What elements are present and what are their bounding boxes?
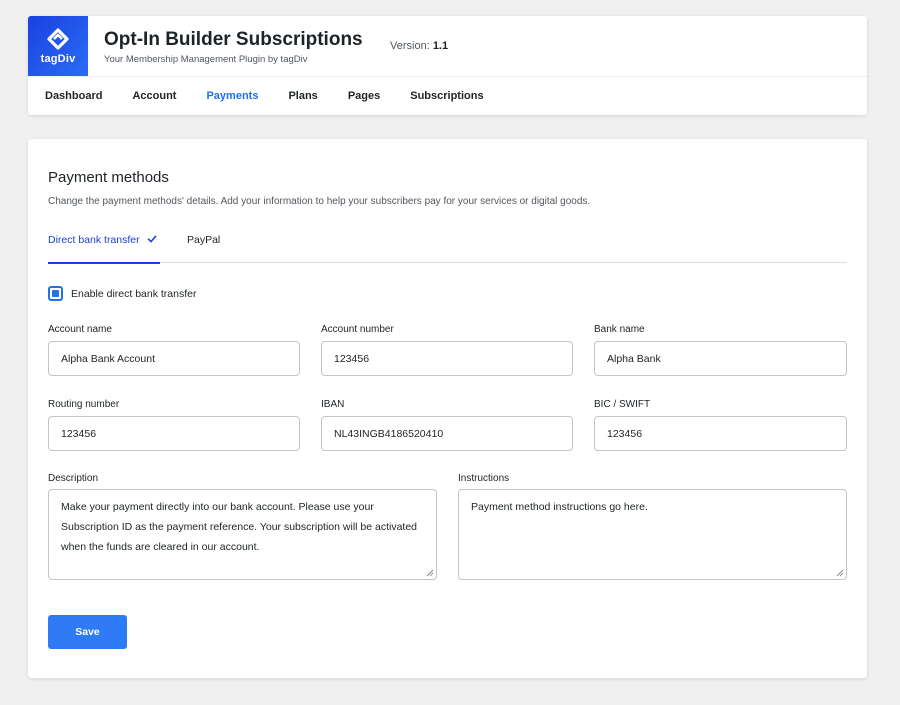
payment-tabs: Direct bank transfer PayPal xyxy=(48,234,847,264)
account-number-value: 123456 xyxy=(334,352,370,365)
instructions-label: Instructions xyxy=(458,473,510,484)
nav-item-account[interactable]: Account xyxy=(132,90,176,102)
tagdiv-logo[interactable]: tagDiv xyxy=(28,16,88,76)
routing-number-label: Routing number xyxy=(48,399,120,410)
nav-item-plans[interactable]: Plans xyxy=(288,90,317,102)
header-card: tagDiv Opt-In Builder Subscriptions Your… xyxy=(28,16,867,115)
tagdiv-logo-icon xyxy=(47,27,69,50)
main-nav: Dashboard Account Payments Plans Pages S… xyxy=(45,77,514,115)
save-button[interactable]: Save xyxy=(48,615,127,649)
version-value: 1.1 xyxy=(432,40,449,52)
checkbox-mark xyxy=(52,290,59,297)
bic-swift-label: BIC / SWIFT xyxy=(594,399,651,410)
iban-label: IBAN xyxy=(321,399,345,410)
logo-text: tagDiv xyxy=(40,52,76,65)
tab-label: Direct bank transfer xyxy=(48,234,140,246)
section-title: Payment methods xyxy=(48,169,169,186)
account-number-label: Account number xyxy=(321,324,394,335)
enable-transfer-label[interactable]: Enable direct bank transfer xyxy=(71,288,197,300)
app-title: Opt-In Builder Subscriptions xyxy=(104,29,363,50)
iban-input[interactable]: NL43INGB4186520410 xyxy=(321,416,573,451)
routing-number-value: 123456 xyxy=(61,427,97,440)
description-value: Make your payment directly into our bank… xyxy=(61,501,418,553)
instructions-textarea[interactable]: Payment method instructions go here. xyxy=(458,489,847,580)
app-subtitle: Your Membership Management Plugin by tag… xyxy=(104,54,308,65)
description-textarea[interactable]: Make your payment directly into our bank… xyxy=(48,489,437,580)
resize-grip-icon[interactable] xyxy=(426,569,434,577)
description-label: Description xyxy=(48,473,99,484)
bank-name-value: Alpha Bank xyxy=(607,352,661,365)
iban-value: NL43INGB4186520410 xyxy=(334,427,444,440)
bank-name-input[interactable]: Alpha Bank xyxy=(594,341,847,376)
routing-number-input[interactable]: 123456 xyxy=(48,416,300,451)
instructions-value: Payment method instructions go here. xyxy=(471,501,648,513)
bank-name-label: Bank name xyxy=(594,324,645,335)
tab-direct-bank-transfer[interactable]: Direct bank transfer xyxy=(48,234,160,264)
nav-item-subscriptions[interactable]: Subscriptions xyxy=(410,90,483,102)
account-name-label: Account name xyxy=(48,324,112,335)
payment-methods-card: Payment methods Change the payment metho… xyxy=(28,139,867,678)
tab-label: PayPal xyxy=(187,234,221,246)
nav-item-pages[interactable]: Pages xyxy=(348,90,380,102)
account-name-input[interactable]: Alpha Bank Account xyxy=(48,341,300,376)
enable-transfer-checkbox[interactable] xyxy=(48,286,63,301)
nav-item-dashboard[interactable]: Dashboard xyxy=(45,90,102,102)
resize-grip-icon[interactable] xyxy=(836,569,844,577)
account-name-value: Alpha Bank Account xyxy=(61,352,155,365)
version-label: Version: xyxy=(390,40,430,52)
check-icon xyxy=(147,235,157,243)
version-info: Version: 1.1 xyxy=(390,40,448,52)
bic-swift-input[interactable]: 123456 xyxy=(594,416,847,451)
nav-item-payments[interactable]: Payments xyxy=(206,90,258,102)
section-description: Change the payment methods' details. Add… xyxy=(48,196,591,207)
account-number-input[interactable]: 123456 xyxy=(321,341,573,376)
tab-paypal[interactable]: PayPal xyxy=(187,234,220,263)
bic-swift-value: 123456 xyxy=(607,427,643,440)
enable-transfer-row: Enable direct bank transfer xyxy=(48,286,197,301)
